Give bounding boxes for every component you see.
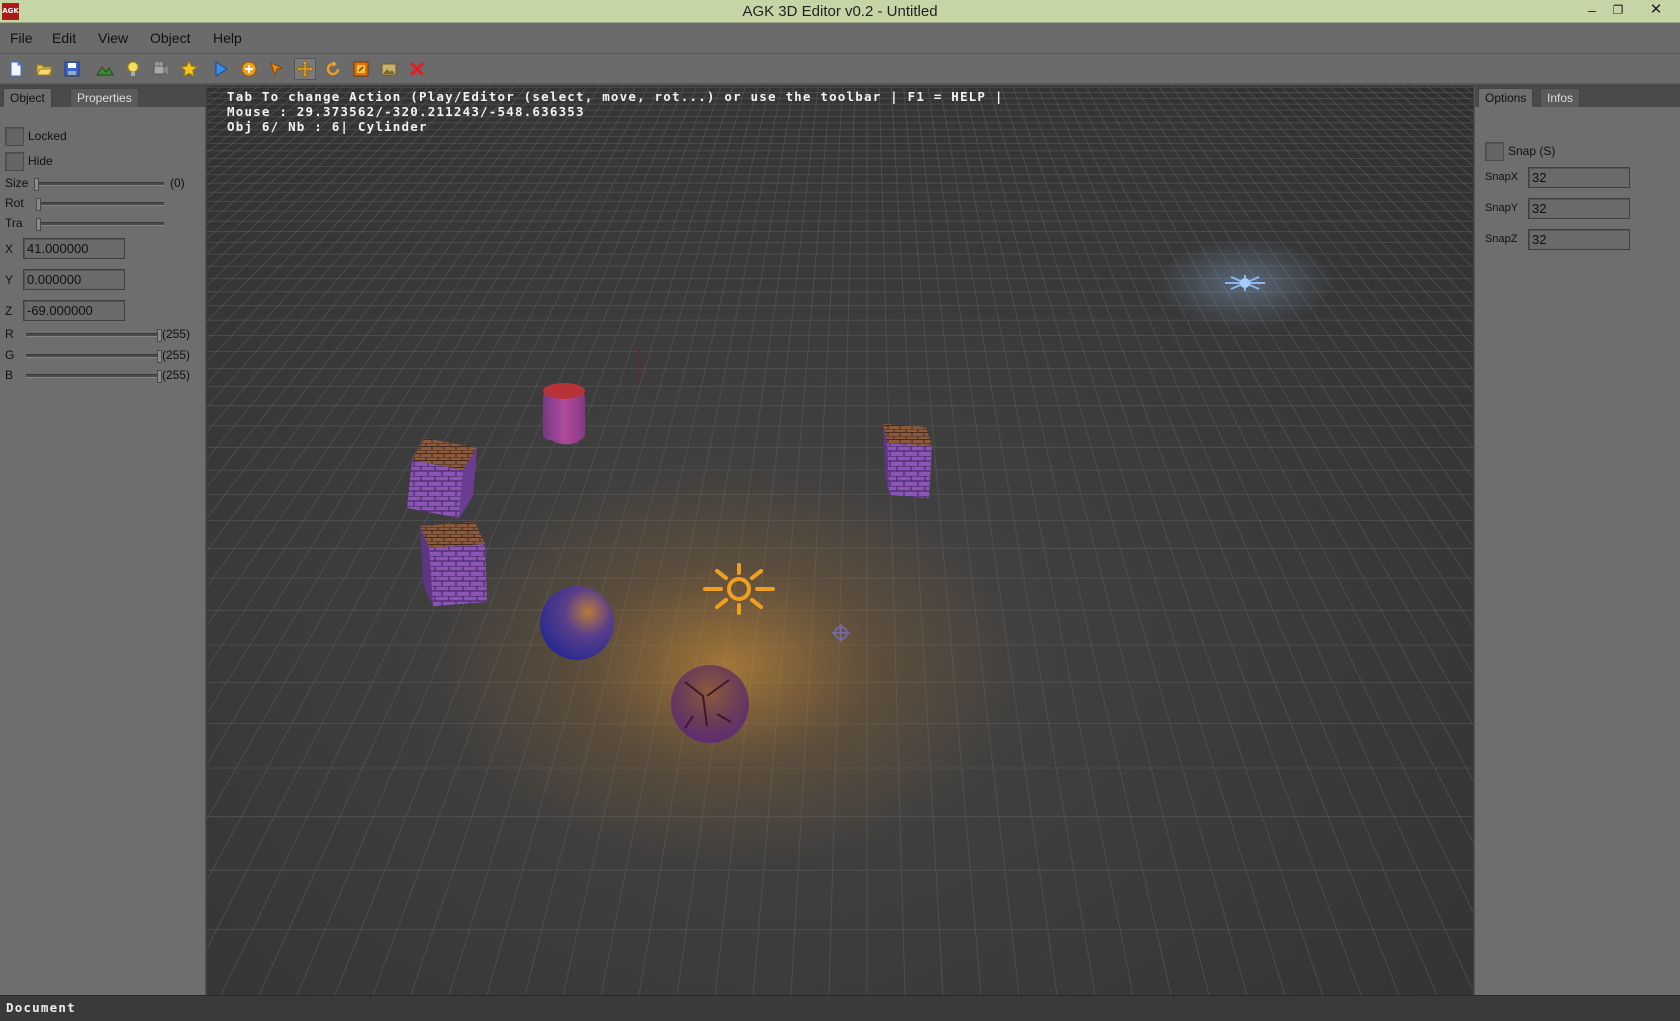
star-icon[interactable]	[178, 58, 200, 80]
rot-slider-thumb[interactable]	[36, 198, 41, 211]
hud-mouse-text: Mouse : 29.373562/-320.211243/-548.63635…	[227, 104, 585, 119]
y-position-field[interactable]: 0.000000	[23, 269, 125, 290]
menu-file[interactable]: File	[10, 30, 33, 46]
menu-view[interactable]: View	[98, 30, 128, 46]
y-label: Y	[5, 273, 14, 287]
size-label: Size	[5, 176, 29, 190]
tra-slider-thumb[interactable]	[36, 218, 41, 231]
add-object-icon[interactable]	[238, 58, 260, 80]
play-icon[interactable]	[210, 58, 232, 80]
image-icon[interactable]	[378, 58, 400, 80]
locked-row: Locked	[5, 126, 67, 146]
tab-infos[interactable]: Infos	[1540, 88, 1581, 107]
b-label: B	[5, 368, 14, 382]
g-label: G	[5, 348, 15, 362]
window-title: AGK 3D Editor v0.2 - Untitled	[742, 3, 938, 20]
restore-button[interactable]: ❐	[1600, 0, 1636, 22]
save-icon[interactable]	[61, 58, 83, 80]
delete-icon[interactable]	[406, 58, 428, 80]
x-label: X	[5, 242, 14, 256]
snap-label: Snap (S)	[1508, 144, 1556, 158]
b-value: (255)	[162, 368, 191, 382]
terrain-icon[interactable]	[94, 58, 116, 80]
options-panel: Options Infos Snap (S) SnapX 32 SnapY 32…	[1474, 86, 1680, 995]
light-bulb-icon[interactable]	[122, 58, 144, 80]
size-value: (0)	[170, 176, 185, 190]
menu-object[interactable]: Object	[150, 30, 190, 46]
menu-edit[interactable]: Edit	[52, 30, 76, 46]
r-value: (255)	[162, 327, 191, 341]
g-value: (255)	[162, 348, 191, 362]
snapy-label: SnapY	[1485, 202, 1519, 214]
tra-label: Tra	[5, 216, 23, 230]
tra-slider[interactable]	[36, 218, 164, 231]
close-button[interactable]: ✕	[1638, 0, 1674, 22]
hide-checkbox[interactable]	[5, 151, 24, 171]
new-file-icon[interactable]	[5, 58, 27, 80]
brick-cube-3[interactable]	[883, 424, 932, 498]
snap-row: Snap (S)	[1485, 141, 1555, 161]
red-slider[interactable]	[26, 329, 162, 342]
snapz-label: SnapZ	[1485, 233, 1518, 245]
snapy-field[interactable]: 32	[1528, 198, 1630, 219]
toolbar	[0, 54, 1680, 85]
r-label: R	[5, 327, 14, 341]
z-label: Z	[5, 304, 13, 318]
hud-object-text: Obj 6/ Nb : 6| Cylinder	[227, 119, 428, 134]
tab-properties[interactable]: Properties	[70, 88, 139, 107]
snapx-label: SnapX	[1485, 171, 1519, 183]
z-position-field[interactable]: -69.000000	[23, 300, 125, 321]
move-icon[interactable]	[294, 58, 316, 80]
select-arrow-icon[interactable]	[266, 58, 288, 80]
hud-help-text: Tab To change Action (Play/Editor (selec…	[227, 89, 1004, 104]
status-bar: Document	[0, 995, 1680, 1021]
camera-icon[interactable]	[150, 58, 172, 80]
hide-row: Hide	[5, 151, 53, 171]
hide-label: Hide	[28, 154, 53, 168]
editor-window: AGK AGK 3D Editor v0.2 - Untitled – ❐ ✕ …	[0, 0, 1680, 1021]
rot-label: Rot	[5, 196, 24, 210]
snapz-field[interactable]: 32	[1528, 229, 1630, 250]
tab-options[interactable]: Options	[1478, 88, 1534, 107]
blue-light-icon[interactable]	[1225, 275, 1265, 291]
rot-slider[interactable]	[36, 198, 164, 211]
scene-canvas[interactable]	[207, 86, 1473, 995]
rock-object[interactable]	[671, 665, 749, 743]
blue-slider[interactable]	[26, 370, 162, 383]
left-tab-bar: Object Properties	[0, 86, 206, 107]
scale-icon[interactable]	[350, 58, 372, 80]
3d-viewport[interactable]: Tab To change Action (Play/Editor (selec…	[207, 86, 1473, 995]
title-bar: AGK AGK 3D Editor v0.2 - Untitled – ❐ ✕	[0, 0, 1680, 23]
size-slider-thumb[interactable]	[34, 178, 39, 191]
status-text: Document	[6, 1000, 76, 1015]
x-position-field[interactable]: 41.000000	[23, 238, 125, 259]
rotate-icon[interactable]	[322, 58, 344, 80]
snap-checkbox[interactable]	[1485, 141, 1504, 161]
green-slider[interactable]	[26, 350, 162, 363]
menu-help[interactable]: Help	[213, 30, 242, 46]
object-panel: Object Properties Locked Hide Size (0) R…	[0, 86, 206, 995]
menu-bar: File Edit View Object Help	[0, 23, 1680, 54]
light-glow	[427, 466, 1027, 866]
open-folder-icon[interactable]	[33, 58, 55, 80]
size-slider[interactable]	[34, 178, 164, 191]
brick-cube-2[interactable]	[420, 522, 487, 606]
locked-label: Locked	[28, 129, 67, 143]
locked-checkbox[interactable]	[5, 126, 24, 146]
tab-object[interactable]: Object	[3, 88, 52, 107]
sphere-object[interactable]	[540, 586, 614, 660]
snapx-field[interactable]: 32	[1528, 167, 1630, 188]
right-tab-bar: Options Infos	[1475, 86, 1680, 107]
